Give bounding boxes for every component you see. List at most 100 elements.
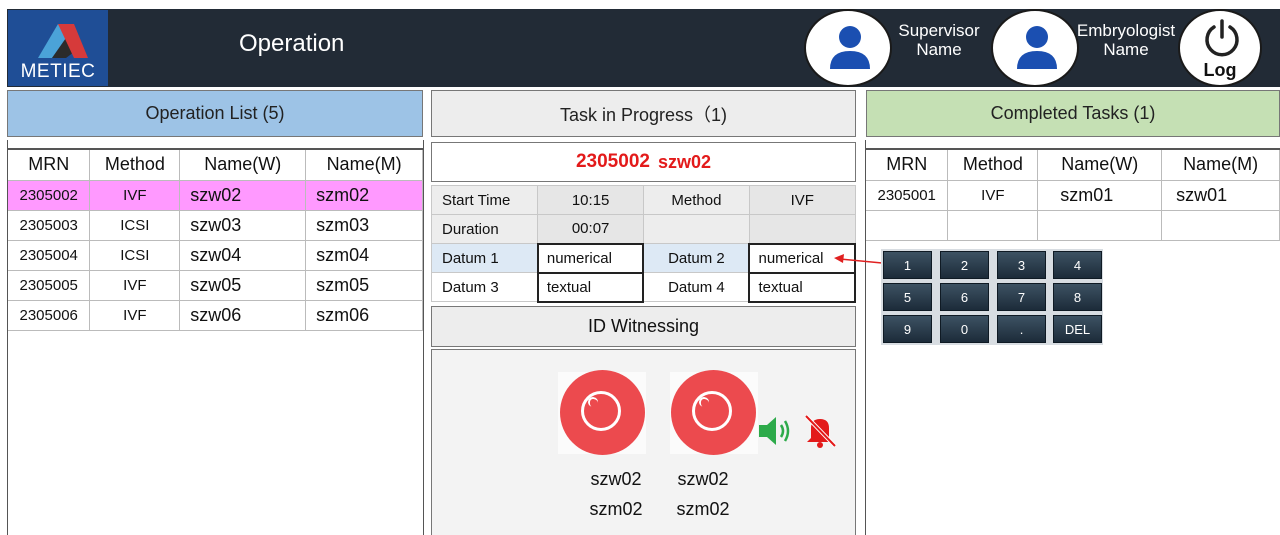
scan-button-left[interactable] (560, 370, 645, 455)
witness-left-man: szm02 (589, 499, 643, 519)
operation-list-table: MRN Method Name(W) Name(M) 2305002 IVF s… (8, 148, 423, 331)
numeric-keypad: 1 2 3 4 5 6 7 8 9 0 . DEL (881, 249, 1103, 345)
cell-name-w: szw02 (179, 180, 307, 211)
task-detail-grid: Start Time 10:15 Method IVF Duration 00:… (430, 185, 856, 303)
cell-method: IVF (947, 180, 1039, 211)
cell-name-w: szw04 (179, 240, 307, 271)
cell-name-m: szm02 (305, 180, 423, 211)
cell-name-w: szw05 (179, 270, 307, 301)
cell-name-m: szm06 (305, 300, 423, 331)
datum1-label: Datum 1 (430, 243, 539, 273)
cell-name-m: szm04 (305, 240, 423, 271)
cell-method: IVF (89, 270, 181, 301)
cell-name-m: szm03 (305, 210, 423, 241)
task-in-progress-header: Task in Progress（1) (431, 90, 856, 137)
key-9[interactable]: 9 (883, 315, 932, 343)
cell-mrn: 2305006 (8, 300, 91, 331)
cell-method: IVF (89, 300, 181, 331)
key-8[interactable]: 8 (1053, 283, 1102, 311)
column-header-method: Method (89, 148, 181, 181)
key-3[interactable]: 3 (997, 251, 1046, 279)
person-icon (1017, 26, 1057, 69)
scan-button-right[interactable] (671, 370, 756, 455)
datum4-label: Datum 4 (642, 272, 750, 302)
cell-method: ICSI (89, 240, 181, 271)
cell-name-w: szm01 (1037, 180, 1163, 211)
empty-cell (642, 214, 750, 244)
current-task-mrn: 2305002 (575, 151, 650, 172)
key-2[interactable]: 2 (940, 251, 989, 279)
operation-list-header: Operation List (5) (7, 90, 423, 137)
method-label: Method (642, 185, 750, 215)
column-header-mrn: MRN (8, 148, 91, 181)
supervisor-name: Supervisor Name (898, 21, 980, 59)
key-6[interactable]: 6 (940, 283, 989, 311)
datum2-label: Datum 2 (642, 243, 750, 273)
cell-name-m: szm05 (305, 270, 423, 301)
key-4[interactable]: 4 (1053, 251, 1102, 279)
datum4-field[interactable]: textual (748, 271, 856, 303)
datum3-label: Datum 3 (430, 272, 539, 302)
speaker-icon[interactable] (757, 414, 795, 448)
method-value: IVF (748, 185, 856, 215)
power-icon (1205, 19, 1239, 57)
column-header-mrn: MRN (866, 148, 949, 181)
logo-mark-icon (38, 24, 88, 58)
table-header-row: MRN Method Name(W) Name(M) (866, 148, 1280, 181)
duration-label: Duration (430, 214, 539, 244)
table-row[interactable]: 2305003 ICSI szw03 szm03 (8, 210, 423, 241)
cell-mrn: 2305004 (8, 240, 91, 271)
column-header-name-w: Name(W) (179, 148, 307, 181)
start-time-label: Start Time (430, 185, 539, 215)
current-task-name: szw02 (657, 151, 711, 172)
key-7[interactable]: 7 (997, 283, 1046, 311)
datum3-field[interactable]: textual (536, 271, 645, 303)
current-task-id: 2305002 szw02 (431, 142, 856, 182)
cell-name-m: szw01 (1161, 180, 1280, 211)
page-title: Operation (239, 30, 345, 57)
key-delete[interactable]: DEL (1053, 315, 1102, 343)
table-row[interactable]: 2305004 ICSI szw04 szm04 (8, 240, 423, 271)
person-icon (830, 26, 870, 69)
log-label: Log (1203, 60, 1237, 80)
completed-tasks-table: MRN Method Name(W) Name(M) 2305001 IVF s… (866, 148, 1280, 241)
column-header-name-m: Name(M) (1161, 148, 1280, 181)
cell-mrn: 2305001 (866, 180, 949, 211)
id-witnessing-header: ID Witnessing (431, 306, 856, 347)
witness-right-woman: szw02 (677, 469, 729, 489)
cell-name-w: szw03 (179, 210, 307, 241)
mute-bell-icon[interactable] (801, 411, 839, 449)
log-button[interactable]: Log (1178, 9, 1262, 87)
empty-cell (748, 214, 856, 244)
keypad-pointer-arrow-icon (834, 254, 883, 264)
embryologist-avatar-button[interactable] (991, 9, 1079, 87)
duration-value: 00:07 (537, 214, 644, 244)
witness-left-woman: szw02 (590, 469, 642, 489)
table-header-row: MRN Method Name(W) Name(M) (8, 148, 423, 181)
table-row[interactable]: 2305005 IVF szw05 szm05 (8, 270, 423, 301)
datum1-field[interactable]: numerical (536, 242, 645, 274)
witness-right-man: szm02 (676, 499, 730, 519)
table-row-selected[interactable]: 2305002 IVF szw02 szm02 (8, 180, 423, 211)
metiec-logo: METIEC (8, 10, 108, 86)
logo-text: METIEC (20, 61, 96, 82)
cell-name-w: szw06 (179, 300, 307, 331)
key-5[interactable]: 5 (883, 283, 932, 311)
cell-mrn: 2305005 (8, 270, 91, 301)
table-row-empty (866, 210, 1280, 241)
table-row[interactable]: 2305006 IVF szw06 szm06 (8, 300, 423, 331)
start-time-value: 10:15 (537, 185, 644, 215)
column-header-name-w: Name(W) (1037, 148, 1163, 181)
table-row[interactable]: 2305001 IVF szm01 szw01 (866, 180, 1280, 211)
column-header-method: Method (947, 148, 1039, 181)
cell-mrn: 2305002 (8, 180, 91, 211)
cell-method: IVF (89, 180, 181, 211)
key-dot[interactable]: . (997, 315, 1046, 343)
key-1[interactable]: 1 (883, 251, 932, 279)
key-0[interactable]: 0 (940, 315, 989, 343)
embryologist-name: Embryologist Name (1076, 21, 1176, 59)
supervisor-avatar-button[interactable] (804, 9, 892, 87)
cell-mrn: 2305003 (8, 210, 91, 241)
cell-method: ICSI (89, 210, 181, 241)
column-header-name-m: Name(M) (305, 148, 423, 181)
